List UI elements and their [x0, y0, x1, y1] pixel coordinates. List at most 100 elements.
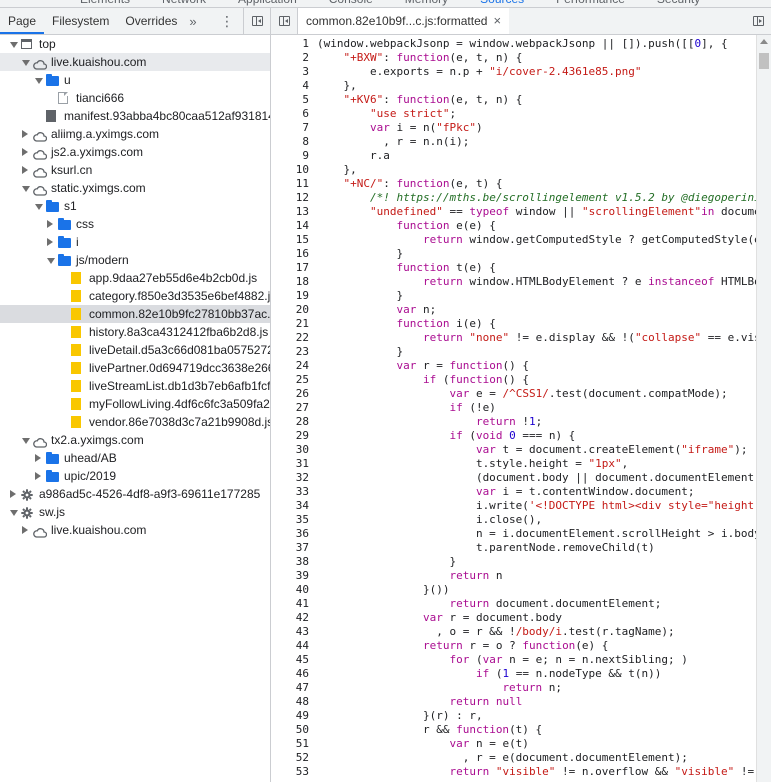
code-line[interactable]: function i(e) { [317, 317, 757, 331]
more-tabs-chevron-icon[interactable]: » [185, 14, 200, 29]
line-number[interactable]: 3 [271, 65, 311, 79]
line-number[interactable]: 48 [271, 695, 311, 709]
tree-item[interactable]: manifest.93abba4bc80caa512af9318141 [0, 107, 270, 125]
code-line[interactable]: } [317, 247, 757, 261]
line-number[interactable]: 11 [271, 177, 311, 191]
code-line[interactable]: if (function() { [317, 373, 757, 387]
panel-tab[interactable]: Memory [405, 0, 448, 6]
code-line[interactable]: r && function(t) { [317, 723, 757, 737]
tree-item[interactable]: a986ad5c-4526-4df8-a9f3-69611e177285 [0, 485, 270, 503]
expanded-arrow-icon[interactable] [35, 204, 43, 210]
line-number[interactable]: 40 [271, 583, 311, 597]
line-number[interactable]: 6 [271, 107, 311, 121]
line-number[interactable]: 36 [271, 527, 311, 541]
line-number[interactable]: 9 [271, 149, 311, 163]
scroll-up-arrow-icon[interactable] [760, 39, 768, 44]
scrollbar-thumb[interactable] [759, 53, 769, 69]
line-number[interactable]: 20 [271, 303, 311, 317]
line-number[interactable]: 5 [271, 93, 311, 107]
line-number[interactable]: 50 [271, 723, 311, 737]
line-number[interactable]: 4 [271, 79, 311, 93]
code-line[interactable]: "use strict"; [317, 107, 757, 121]
tree-item[interactable]: vendor.86e7038d3c7a21b9908d.js [0, 413, 270, 431]
collapsed-arrow-icon[interactable] [22, 130, 28, 138]
code-line[interactable]: for (var n = e; n = n.nextSibling; ) [317, 653, 757, 667]
line-number[interactable]: 27 [271, 401, 311, 415]
code-line[interactable]: return "visible" != n.overflow && "visib… [317, 765, 757, 779]
line-number[interactable]: 52 [271, 751, 311, 765]
tree-item[interactable]: css [0, 215, 270, 233]
tree-item[interactable]: uhead/AB [0, 449, 270, 467]
code-line[interactable]: "+NC/": function(e, t) { [317, 177, 757, 191]
tree-item[interactable]: s1 [0, 197, 270, 215]
tab-page[interactable]: Page [0, 8, 45, 34]
collapsed-arrow-icon[interactable] [10, 490, 16, 498]
code-line[interactable]: return n; [317, 681, 757, 695]
code-line[interactable]: return window.getComputedStyle ? getComp… [317, 233, 757, 247]
tree-item[interactable]: static.yximgs.com [0, 179, 270, 197]
code-line[interactable]: }, [317, 79, 757, 93]
line-number[interactable]: 46 [271, 667, 311, 681]
tree-item[interactable]: u [0, 71, 270, 89]
line-number[interactable]: 2 [271, 51, 311, 65]
tree-item[interactable]: live.kuaishou.com [0, 521, 270, 539]
tree-item[interactable]: category.f850e3d3535e6bef4882.js [0, 287, 270, 305]
code-line[interactable]: } [317, 289, 757, 303]
panel-tab[interactable]: Security [657, 0, 700, 6]
code-line[interactable]: var i = t.contentWindow.document; [317, 485, 757, 499]
tree-item[interactable]: history.8a3ca4312412fba6b2d8.js [0, 323, 270, 341]
code-line[interactable]: if (!e) [317, 401, 757, 415]
tree-item[interactable]: i [0, 233, 270, 251]
line-number[interactable]: 8 [271, 135, 311, 149]
panel-tab[interactable]: Performance [556, 0, 625, 6]
code-line[interactable]: , r = n.n(i); [317, 135, 757, 149]
line-number[interactable]: 30 [271, 443, 311, 457]
code-line[interactable]: return window.HTMLBodyElement ? e instan… [317, 275, 757, 289]
expanded-arrow-icon[interactable] [22, 186, 30, 192]
line-number[interactable]: 21 [271, 317, 311, 331]
collapsed-arrow-icon[interactable] [47, 238, 53, 246]
line-number[interactable]: 7 [271, 121, 311, 135]
tree-item[interactable]: livePartner.0d694719dcc3638e2669 [0, 359, 270, 377]
line-number[interactable]: 38 [271, 555, 311, 569]
code-line[interactable]: var n = e(t) [317, 737, 757, 751]
expanded-arrow-icon[interactable] [10, 42, 18, 48]
code-line[interactable]: /*! https://mths.be/scrollingelement v1.… [317, 191, 757, 205]
line-number[interactable]: 15 [271, 233, 311, 247]
tree-item[interactable]: js/modern [0, 251, 270, 269]
tree-item[interactable]: common.82e10b9fc27810bb37ac.js [0, 305, 270, 323]
tree-item[interactable]: upic/2019 [0, 467, 270, 485]
code-line[interactable]: return document.documentElement; [317, 597, 757, 611]
tree-item[interactable]: liveDetail.d5a3c66d081ba0575272.js [0, 341, 270, 359]
collapsed-arrow-icon[interactable] [35, 454, 41, 462]
tree-item[interactable]: live.kuaishou.com [0, 53, 270, 71]
close-tab-icon[interactable]: × [493, 8, 501, 33]
line-number[interactable]: 26 [271, 387, 311, 401]
code-line[interactable]: (document.body || document.documentEleme… [317, 471, 757, 485]
code-line[interactable]: if (1 == n.nodeType && t(n)) [317, 667, 757, 681]
code-line[interactable]: var r = document.body [317, 611, 757, 625]
line-number[interactable]: 53 [271, 765, 311, 779]
code-line[interactable]: } [317, 555, 757, 569]
code-line[interactable]: return null [317, 695, 757, 709]
tree-item[interactable]: sw.js [0, 503, 270, 521]
tree-item[interactable]: ksurl.cn [0, 161, 270, 179]
collapsed-arrow-icon[interactable] [47, 220, 53, 228]
code-line[interactable]: n = i.documentElement.scrollHeight > i.b… [317, 527, 757, 541]
line-number[interactable]: 44 [271, 639, 311, 653]
code-line[interactable]: e.exports = n.p + "i/cover-2.4361e85.png… [317, 65, 757, 79]
line-number[interactable]: 17 [271, 261, 311, 275]
code-line[interactable]: "undefined" == typeof window || "scrolli… [317, 205, 757, 219]
code-line[interactable]: var r = function() { [317, 359, 757, 373]
line-number[interactable]: 14 [271, 219, 311, 233]
code-line[interactable]: t.style.height = "1px", [317, 457, 757, 471]
panel-tab[interactable]: Application [238, 0, 297, 6]
panel-tab[interactable]: Sources [480, 0, 524, 6]
editor-file-tab[interactable]: common.82e10b9f...c.js:formatted × [298, 8, 510, 34]
tree-item[interactable]: myFollowLiving.4df6c6fc3a509fa231 [0, 395, 270, 413]
code-line[interactable]: return "none" != e.display && !("collaps… [317, 331, 757, 345]
tree-item[interactable]: tx2.a.yximgs.com [0, 431, 270, 449]
line-number[interactable]: 37 [271, 541, 311, 555]
tree-item[interactable]: aliimg.a.yximgs.com [0, 125, 270, 143]
line-number[interactable]: 1 [271, 37, 311, 51]
